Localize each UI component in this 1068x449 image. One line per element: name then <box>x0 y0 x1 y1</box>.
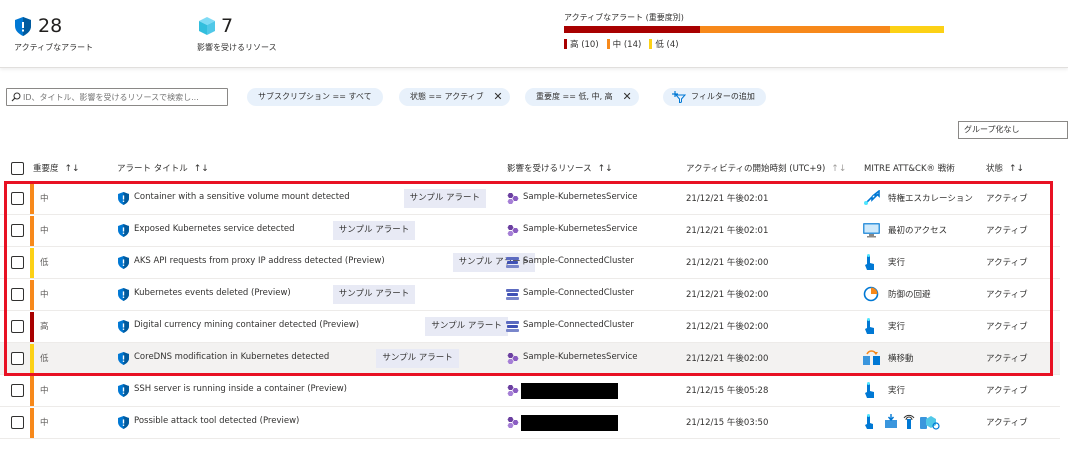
column-header-status[interactable]: 状態 ↑↓ <box>986 162 1024 174</box>
search-icon <box>11 92 21 102</box>
sort-icon[interactable]: ↑↓ <box>194 164 209 174</box>
column-header-tactics[interactable]: MITRE ATT&CK® 戦術 <box>864 162 955 174</box>
active-alerts-label: アクティブなアラート <box>14 43 94 52</box>
column-severity-label: 重要度 <box>33 164 59 174</box>
sort-icon[interactable]: ↑↓ <box>598 164 613 174</box>
column-resource-label: 影響を受けるリソース <box>507 164 592 174</box>
filter-state-label: 状態 == アクティブ <box>410 92 484 101</box>
remove-filter-state-icon[interactable]: ✕ <box>493 88 502 106</box>
legend-low[interactable]: 低 (4) <box>649 38 679 50</box>
active-alerts-count: 28 <box>38 15 63 37</box>
severity-legend: 高 (10) 中 (14) 低 (4) <box>564 38 679 50</box>
legend-medium[interactable]: 中 (14) <box>606 38 642 50</box>
remove-filter-severity-icon[interactable]: ✕ <box>622 88 631 106</box>
severity-breakdown-title: アクティブなアラート (重要度別) <box>564 13 684 22</box>
search-input[interactable] <box>23 90 223 104</box>
filter-severity[interactable]: 重要度 == 低, 中, 高 ✕ <box>525 88 639 106</box>
row-checkbox[interactable] <box>11 416 24 429</box>
table-header: 重要度 ↑↓ アラート タイトル ↑↓ 影響を受けるリソース ↑↓ アクティビティの開… <box>0 158 1068 180</box>
legend-low-label: 低 (4) <box>655 40 679 50</box>
filter-state[interactable]: 状態 == アクティブ ✕ <box>399 88 510 106</box>
column-header-start-time[interactable]: アクティビティの開始時刻 (UTC+9) ↑↓ <box>686 162 846 174</box>
legend-medium-label: 中 (14) <box>612 40 642 50</box>
affected-resources-label: 影響を受けるリソース <box>197 43 277 52</box>
status-cell: アクティブ <box>986 386 1028 396</box>
select-all-checkbox[interactable] <box>11 162 24 175</box>
column-header-title[interactable]: アラート タイトル ↑↓ <box>117 162 209 174</box>
add-filter-button[interactable]: フィルターの追加 <box>663 88 766 106</box>
execution-icon <box>863 382 877 402</box>
severity-bar <box>564 26 944 33</box>
legend-high-label: 高 (10) <box>570 40 599 50</box>
severity-breakdown: アクティブなアラート (重要度別) 高 (10) 中 (14) 低 (4) <box>564 12 944 50</box>
column-tactics-label: MITRE ATT&CK® 戦術 <box>864 164 955 174</box>
search-box[interactable] <box>6 88 228 106</box>
kubernetes-service-icon <box>506 385 519 399</box>
column-start-time-label: アクティビティの開始時刻 (UTC+9) <box>686 164 826 174</box>
alert-title-link[interactable]: Possible attack tool detected (Preview) <box>134 416 299 426</box>
shield-icon <box>118 416 129 432</box>
tactic-cell: 実行 <box>888 386 906 396</box>
legend-swatch-medium <box>606 39 610 49</box>
column-header-resource[interactable]: 影響を受けるリソース ↑↓ <box>507 162 613 174</box>
table-row[interactable]: 中 SSH server is running inside a containe… <box>0 375 1060 407</box>
status-cell: アクティブ <box>986 418 1028 428</box>
add-filter-icon <box>672 91 687 110</box>
summary-header: 28 アクティブなアラート 7 影響を受けるリソース アクティブなアラート (重… <box>0 0 1068 68</box>
alert-title-link[interactable]: SSH server is running inside a container… <box>134 384 347 394</box>
sort-icon[interactable]: ↑↓ <box>65 164 80 174</box>
severity-bar-high[interactable] <box>564 26 700 33</box>
table-row[interactable]: 中 Possible attack tool detected (Preview)… <box>0 407 1060 439</box>
shield-icon <box>15 17 31 39</box>
sort-icon[interactable]: ↑↓ <box>831 164 846 174</box>
row-checkbox[interactable] <box>11 384 24 397</box>
affected-resources-count: 7 <box>221 15 234 37</box>
kubernetes-service-icon <box>506 417 519 431</box>
severity-bar-medium[interactable] <box>699 26 890 33</box>
add-filter-label: フィルターの追加 <box>691 92 755 101</box>
severity-cell: 中 <box>40 418 49 428</box>
filter-bar: サブスクリプション == すべて 状態 == アクティブ ✕ 重要度 == 低,… <box>0 88 1068 108</box>
legend-swatch-low <box>649 39 653 49</box>
filter-severity-label: 重要度 == 低, 中, 高 <box>536 92 613 101</box>
group-by-dropdown[interactable]: グループ化なし <box>958 121 1068 139</box>
column-status-label: 状態 <box>986 164 1004 174</box>
sort-icon[interactable]: ↑↓ <box>1009 164 1024 174</box>
column-header-severity[interactable]: 重要度 ↑↓ <box>33 162 80 174</box>
severity-cell: 中 <box>40 386 49 396</box>
filter-subscription-label: サブスクリプション == すべて <box>258 92 372 101</box>
highlight-box <box>4 181 1053 376</box>
column-title-label: アラート タイトル <box>117 164 188 174</box>
start-time-cell: 21/12/15 午後03:50 <box>686 418 769 428</box>
severity-bar-low[interactable] <box>889 26 944 33</box>
redacted-resource <box>521 383 618 399</box>
redacted-resource <box>521 415 618 431</box>
filter-subscription[interactable]: サブスクリプション == すべて <box>247 88 383 106</box>
severity-indicator <box>30 408 34 438</box>
multiple-tactics-icon <box>863 414 943 433</box>
cube-icon <box>198 17 216 38</box>
start-time-cell: 21/12/15 午後05:28 <box>686 386 769 396</box>
shield-icon <box>118 384 129 400</box>
legend-high[interactable]: 高 (10) <box>564 38 599 50</box>
legend-swatch-high <box>564 39 567 49</box>
severity-indicator <box>30 376 34 406</box>
